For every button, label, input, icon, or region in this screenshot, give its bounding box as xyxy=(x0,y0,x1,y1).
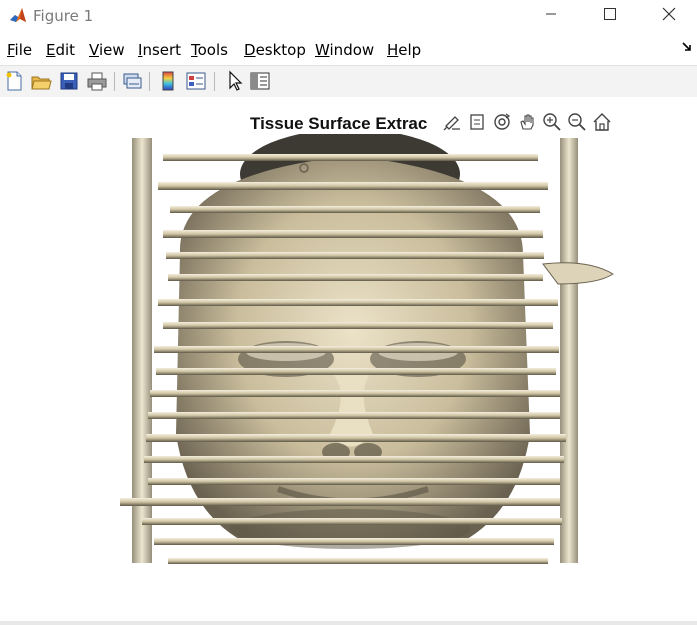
open-file-button[interactable] xyxy=(30,70,52,92)
window-titlebar: Figure 1 xyxy=(0,0,697,32)
data-tips-button[interactable] xyxy=(465,111,489,137)
toolbar-separator xyxy=(114,72,115,91)
axes-title: Tissue Surface Extrac xyxy=(250,114,428,133)
figure-toolbar xyxy=(0,65,697,98)
zoom-out-icon xyxy=(567,112,587,137)
edit-plot-icon xyxy=(223,70,245,96)
menu-help[interactable]: Help xyxy=(387,41,421,59)
window-bottom-border xyxy=(0,621,697,625)
zoom-in-button[interactable] xyxy=(540,111,564,137)
print-button[interactable] xyxy=(86,70,108,92)
link-plot-button[interactable] xyxy=(121,70,143,92)
minimize-button[interactable] xyxy=(528,0,574,32)
dock-arrow-icon[interactable] xyxy=(682,42,692,55)
menu-desktop[interactable]: Desktop xyxy=(244,41,306,59)
open-file-icon xyxy=(30,76,52,96)
toolbar-separator xyxy=(214,72,215,91)
property-inspector-icon xyxy=(249,72,271,96)
pan-button[interactable] xyxy=(515,111,539,137)
link-plot-icon xyxy=(121,73,143,96)
toolbar-separator xyxy=(149,72,150,91)
new-figure-icon xyxy=(3,71,25,96)
brush-button[interactable] xyxy=(440,111,464,137)
surface-render[interactable] xyxy=(118,129,618,568)
zoom-in-icon xyxy=(542,112,562,137)
print-icon xyxy=(86,72,108,96)
data-tips-icon xyxy=(467,112,487,137)
legend-button[interactable] xyxy=(185,70,207,92)
pan-icon xyxy=(517,112,537,137)
minimize-icon xyxy=(545,7,557,25)
colorbar-icon xyxy=(157,71,179,96)
window-title: Figure 1 xyxy=(33,7,94,25)
legend-icon xyxy=(185,72,207,96)
property-inspector-button[interactable] xyxy=(249,70,271,92)
menu-tools[interactable]: Tools xyxy=(191,41,228,59)
matlab-icon xyxy=(8,6,28,26)
close-button[interactable] xyxy=(646,0,692,32)
close-icon xyxy=(662,7,676,26)
head-isosurface-image xyxy=(120,129,614,564)
restore-view-icon xyxy=(592,112,612,137)
maximize-icon xyxy=(604,7,616,25)
menu-file[interactable]: File xyxy=(7,41,32,59)
menu-bar: File Edit View Insert Tools Desktop Wind… xyxy=(0,38,697,62)
colorbar-button[interactable] xyxy=(157,70,179,92)
maximize-button[interactable] xyxy=(587,0,633,32)
zoom-out-button[interactable] xyxy=(565,111,589,137)
save-button[interactable] xyxy=(58,70,80,92)
menu-window[interactable]: Window xyxy=(315,41,374,59)
brush-icon xyxy=(442,112,462,137)
save-icon xyxy=(58,72,80,96)
rotate-3d-icon xyxy=(492,112,512,137)
menu-edit[interactable]: Edit xyxy=(46,41,75,59)
rotate-3d-button[interactable] xyxy=(490,111,514,137)
new-figure-button[interactable] xyxy=(3,70,25,92)
menu-insert[interactable]: Insert xyxy=(138,41,181,59)
edit-plot-button[interactable] xyxy=(223,70,245,92)
menu-view[interactable]: View xyxy=(89,41,125,59)
restore-view-button[interactable] xyxy=(590,111,614,137)
